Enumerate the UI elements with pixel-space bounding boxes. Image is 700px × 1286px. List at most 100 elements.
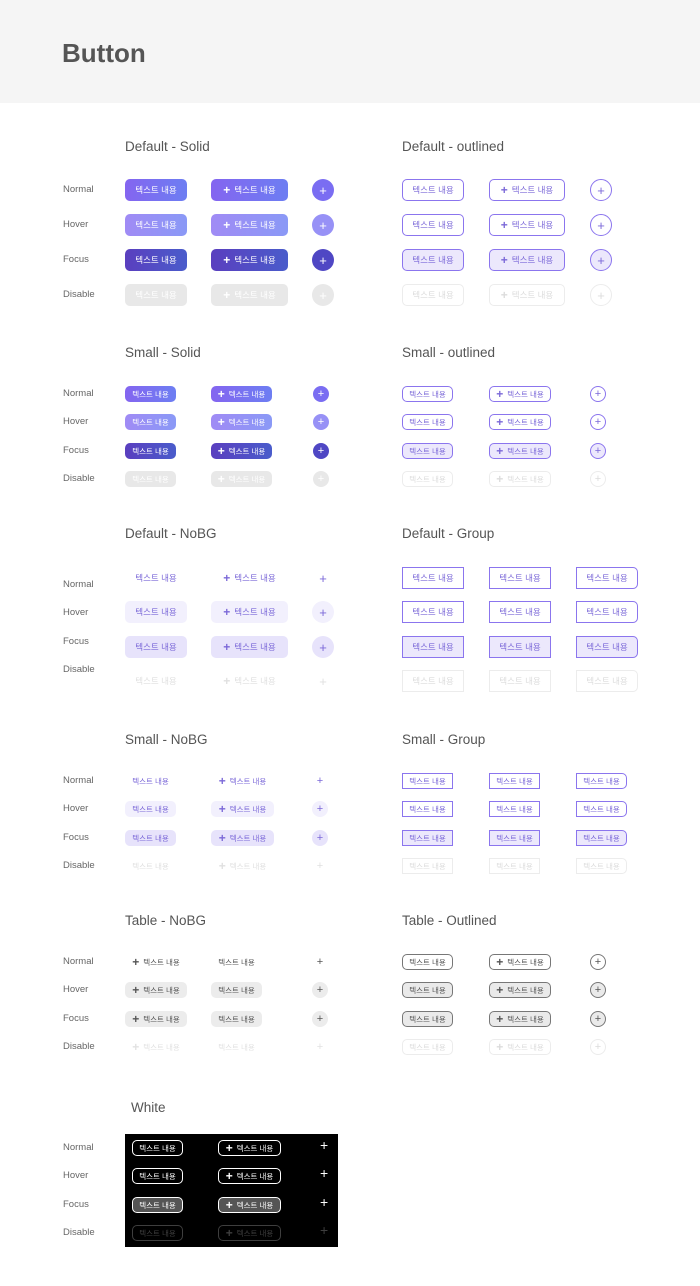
small-nobg-circle-button-disable[interactable]: +	[312, 858, 328, 874]
solid-icon-button-focus[interactable]: + 텍스트 내용	[211, 249, 288, 271]
outlined-icon-button-hover[interactable]: + 텍스트 내용	[489, 214, 565, 236]
white-icon-button-disable[interactable]: + 텍스트 내용	[218, 1225, 281, 1241]
group-button-1-disable[interactable]: 텍스트 내용	[402, 670, 464, 692]
solid-circle-button-hover[interactable]: +	[312, 214, 334, 236]
outlined-button-disable[interactable]: 텍스트 내용	[402, 284, 464, 306]
small-group-button-3-focus[interactable]: 텍스트 내용	[576, 830, 627, 846]
small-nobg-button-hover[interactable]: 텍스트 내용	[125, 801, 176, 817]
group-button-3-hover[interactable]: 텍스트 내용	[576, 601, 638, 623]
nobg-icon-button-normal[interactable]: + 텍스트 내용	[211, 567, 288, 589]
white-circle-button-focus[interactable]: +	[320, 1195, 328, 1209]
nobg-button-normal[interactable]: 텍스트 내용	[125, 567, 187, 589]
outlined-circle-button-hover[interactable]: +	[590, 214, 612, 236]
white-button-normal[interactable]: 텍스트 내용	[132, 1140, 183, 1156]
small-nobg-icon-button-focus[interactable]: + 텍스트 내용	[211, 830, 274, 846]
nobg-button-disable[interactable]: 텍스트 내용	[125, 670, 187, 692]
small-nobg-circle-button-normal[interactable]: +	[312, 773, 328, 789]
white-circle-button-normal[interactable]: +	[320, 1138, 328, 1152]
small-solid-icon-button-hover[interactable]: + 텍스트 내용	[211, 414, 272, 430]
table-outlined-circle-button-normal[interactable]: +	[590, 954, 606, 970]
group-button-2-normal[interactable]: 텍스트 내용	[489, 567, 551, 589]
outlined-icon-button-disable[interactable]: + 텍스트 내용	[489, 284, 565, 306]
small-group-button-3-disable[interactable]: 텍스트 내용	[576, 858, 627, 874]
white-button-hover[interactable]: 텍스트 내용	[132, 1168, 183, 1184]
small-nobg-button-focus[interactable]: 텍스트 내용	[125, 830, 176, 846]
small-outlined-circle-button-focus[interactable]: +	[590, 443, 606, 459]
outlined-button-normal[interactable]: 텍스트 내용	[402, 179, 464, 201]
table-outlined-circle-button-disable[interactable]: +	[590, 1039, 606, 1055]
group-button-2-disable[interactable]: 텍스트 내용	[489, 670, 551, 692]
outlined-button-focus[interactable]: 텍스트 내용	[402, 249, 464, 271]
small-nobg-circle-button-hover[interactable]: +	[312, 801, 328, 817]
white-circle-button-hover[interactable]: +	[320, 1166, 328, 1180]
small-group-button-2-focus[interactable]: 텍스트 내용	[489, 830, 540, 846]
outlined-circle-button-normal[interactable]: +	[590, 179, 612, 201]
solid-circle-button-normal[interactable]: +	[312, 179, 334, 201]
nobg-icon-button-focus[interactable]: + 텍스트 내용	[211, 636, 288, 658]
table-outlined-icon-button-focus[interactable]: + 텍스트 내용	[489, 1011, 551, 1027]
small-outlined-button-normal[interactable]: 텍스트 내용	[402, 386, 453, 402]
group-button-1-normal[interactable]: 텍스트 내용	[402, 567, 464, 589]
small-group-button-1-disable[interactable]: 텍스트 내용	[402, 858, 453, 874]
small-outlined-icon-button-focus[interactable]: + 텍스트 내용	[489, 443, 551, 459]
small-outlined-icon-button-disable[interactable]: + 텍스트 내용	[489, 471, 551, 487]
solid-icon-button-disable[interactable]: + 텍스트 내용	[211, 284, 288, 306]
table-nobg-button-focus[interactable]: 텍스트 내용	[211, 1011, 262, 1027]
small-nobg-icon-button-disable[interactable]: + 텍스트 내용	[211, 858, 274, 874]
small-solid-icon-button-focus[interactable]: + 텍스트 내용	[211, 443, 272, 459]
small-group-button-3-normal[interactable]: 텍스트 내용	[576, 773, 627, 789]
table-nobg-circle-button-disable[interactable]: +	[312, 1039, 328, 1055]
table-outlined-button-normal[interactable]: 텍스트 내용	[402, 954, 453, 970]
group-button-3-normal[interactable]: 텍스트 내용	[576, 567, 638, 589]
small-solid-button-disable[interactable]: 텍스트 내용	[125, 471, 176, 487]
nobg-icon-button-disable[interactable]: + 텍스트 내용	[211, 670, 288, 692]
table-outlined-icon-button-normal[interactable]: + 텍스트 내용	[489, 954, 551, 970]
table-nobg-icon-button-hover[interactable]: + 텍스트 내용	[125, 982, 187, 998]
table-outlined-icon-button-disable[interactable]: + 텍스트 내용	[489, 1039, 551, 1055]
solid-button-hover[interactable]: 텍스트 내용	[125, 214, 187, 236]
solid-circle-button-focus[interactable]: +	[312, 249, 334, 271]
small-outlined-circle-button-disable[interactable]: +	[590, 471, 606, 487]
small-group-button-1-focus[interactable]: 텍스트 내용	[402, 830, 453, 846]
group-button-3-disable[interactable]: 텍스트 내용	[576, 670, 638, 692]
group-button-3-focus[interactable]: 텍스트 내용	[576, 636, 638, 658]
small-group-button-2-hover[interactable]: 텍스트 내용	[489, 801, 540, 817]
small-solid-button-hover[interactable]: 텍스트 내용	[125, 414, 176, 430]
group-button-2-focus[interactable]: 텍스트 내용	[489, 636, 551, 658]
solid-icon-button-hover[interactable]: + 텍스트 내용	[211, 214, 288, 236]
table-nobg-icon-button-disable[interactable]: + 텍스트 내용	[125, 1039, 187, 1055]
solid-icon-button-normal[interactable]: + 텍스트 내용	[211, 179, 288, 201]
table-nobg-button-disable[interactable]: 텍스트 내용	[211, 1039, 262, 1055]
group-button-1-focus[interactable]: 텍스트 내용	[402, 636, 464, 658]
table-outlined-button-disable[interactable]: 텍스트 내용	[402, 1039, 453, 1055]
small-outlined-button-disable[interactable]: 텍스트 내용	[402, 471, 453, 487]
small-solid-button-normal[interactable]: 텍스트 내용	[125, 386, 176, 402]
white-circle-button-disable[interactable]: +	[320, 1223, 328, 1237]
group-button-1-hover[interactable]: 텍스트 내용	[402, 601, 464, 623]
outlined-circle-button-focus[interactable]: +	[590, 249, 612, 271]
small-solid-icon-button-normal[interactable]: + 텍스트 내용	[211, 386, 272, 402]
table-nobg-button-hover[interactable]: 텍스트 내용	[211, 982, 262, 998]
small-group-button-3-hover[interactable]: 텍스트 내용	[576, 801, 627, 817]
white-icon-button-focus[interactable]: + 텍스트 내용	[218, 1197, 281, 1213]
table-nobg-circle-button-focus[interactable]: +	[312, 1011, 328, 1027]
small-solid-circle-button-hover[interactable]: +	[313, 414, 329, 430]
solid-button-normal[interactable]: 텍스트 내용	[125, 179, 187, 201]
small-outlined-icon-button-normal[interactable]: + 텍스트 내용	[489, 386, 551, 402]
group-button-2-hover[interactable]: 텍스트 내용	[489, 601, 551, 623]
table-nobg-button-normal[interactable]: 텍스트 내용	[211, 954, 262, 970]
nobg-button-focus[interactable]: 텍스트 내용	[125, 636, 187, 658]
small-solid-circle-button-disable[interactable]: +	[313, 471, 329, 487]
table-outlined-circle-button-hover[interactable]: +	[590, 982, 606, 998]
outlined-button-hover[interactable]: 텍스트 내용	[402, 214, 464, 236]
nobg-button-hover[interactable]: 텍스트 내용	[125, 601, 187, 623]
table-outlined-circle-button-focus[interactable]: +	[590, 1011, 606, 1027]
small-outlined-icon-button-hover[interactable]: + 텍스트 내용	[489, 414, 551, 430]
nobg-circle-button-focus[interactable]: +	[312, 636, 334, 658]
small-outlined-circle-button-hover[interactable]: +	[590, 414, 606, 430]
small-nobg-icon-button-hover[interactable]: + 텍스트 내용	[211, 801, 274, 817]
table-nobg-icon-button-normal[interactable]: + 텍스트 내용	[125, 954, 187, 970]
small-outlined-button-focus[interactable]: 텍스트 내용	[402, 443, 453, 459]
table-nobg-icon-button-focus[interactable]: + 텍스트 내용	[125, 1011, 187, 1027]
small-group-button-2-disable[interactable]: 텍스트 내용	[489, 858, 540, 874]
